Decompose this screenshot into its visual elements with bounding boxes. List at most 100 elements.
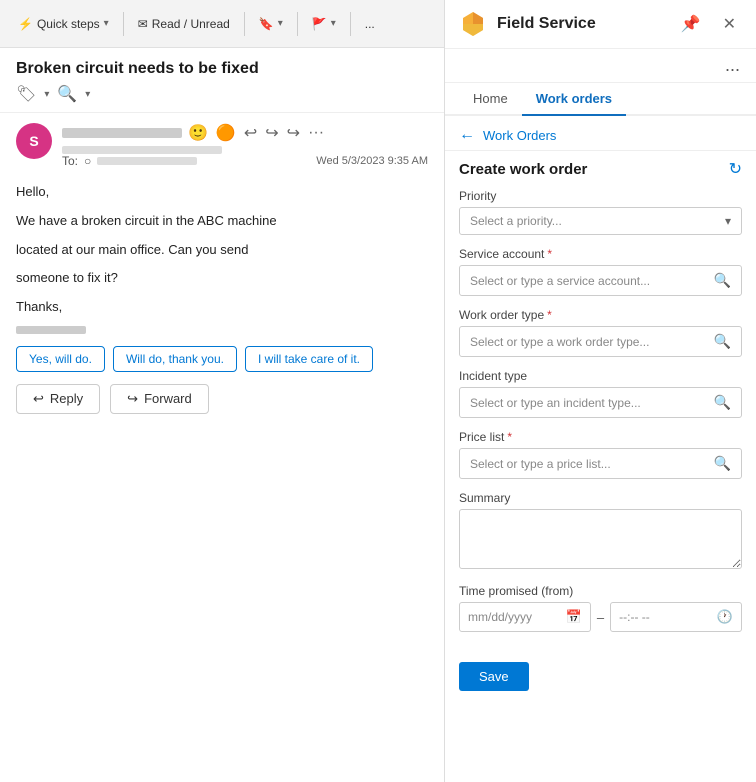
flag-red-button[interactable]: 🚩 ▾ xyxy=(304,13,344,35)
quick-steps-button[interactable]: ⚡ Quick steps ▾ xyxy=(10,13,117,35)
toolbar-divider-3 xyxy=(297,12,298,36)
priority-select[interactable]: Select a priority... ▾ xyxy=(459,207,742,235)
more-options-button[interactable]: ... xyxy=(723,53,742,78)
price-list-field: Price list * Select or type a price list… xyxy=(459,430,742,479)
work-orders-nav: ← Work Orders xyxy=(445,116,756,151)
date-placeholder: mm/dd/yyyy xyxy=(468,610,532,624)
flag-button[interactable]: 🔖 ▾ xyxy=(251,13,291,35)
quick-reply-2[interactable]: Will do, thank you. xyxy=(113,346,237,372)
toolbar-divider-2 xyxy=(244,12,245,36)
more-options-label: ... xyxy=(365,17,375,31)
body-line3: someone to fix it? xyxy=(16,268,428,289)
quick-reply-1[interactable]: Yes, will do. xyxy=(16,346,105,372)
tabs-row: Home Work orders xyxy=(445,83,756,116)
clock-icon: 🕐 xyxy=(717,609,733,625)
thanks: Thanks, xyxy=(16,297,428,318)
forward-icon-header[interactable]: ↪ xyxy=(287,123,300,143)
zoom-chevron-icon: ▾ xyxy=(85,89,90,100)
more-toolbar-button[interactable]: ... xyxy=(357,13,383,35)
field-service-title: Field Service xyxy=(497,15,665,33)
read-unread-button[interactable]: ✉ Read / Unread xyxy=(130,13,238,35)
work-order-type-field: Work order type * Select or type a work … xyxy=(459,308,742,357)
tag-icon-button[interactable]: 🏷 xyxy=(16,84,36,104)
reply-arrow-icon: ↩ xyxy=(33,391,44,407)
date-input[interactable]: mm/dd/yyyy 📅 xyxy=(459,602,591,632)
quick-steps-chevron-icon: ▾ xyxy=(104,18,109,29)
read-unread-label: Read / Unread xyxy=(152,17,230,31)
time-promised-field: Time promised (from) mm/dd/yyyy 📅 – --:-… xyxy=(459,584,742,632)
price-list-search-icon: 🔍 xyxy=(714,455,731,472)
service-account-input[interactable]: Select or type a service account... 🔍 xyxy=(459,265,742,296)
tag-chevron-icon: ▾ xyxy=(44,89,49,100)
refresh-button[interactable]: ↻ xyxy=(729,159,742,179)
quick-steps-label: Quick steps xyxy=(37,17,100,31)
toolbar-divider-4 xyxy=(350,12,351,36)
email-body: S 🙂 🟠 ↩ ↪ ↪ ··· To: ○ xyxy=(0,113,444,782)
to-label: To: xyxy=(62,154,78,168)
email-subject-title: Broken circuit needs to be fixed xyxy=(16,60,428,78)
tab-home[interactable]: Home xyxy=(459,83,522,116)
sender-email xyxy=(62,146,222,154)
work-orders-nav-title[interactable]: Work Orders xyxy=(483,128,556,143)
work-order-type-required: * xyxy=(547,308,552,322)
incident-type-input[interactable]: Select or type an incident type... 🔍 xyxy=(459,387,742,418)
calendar-icon: 📅 xyxy=(566,609,582,625)
summary-textarea[interactable] xyxy=(459,509,742,569)
zoom-button[interactable]: 🔍 xyxy=(57,84,77,104)
lightning-icon: ⚡ xyxy=(18,17,33,31)
price-list-label: Price list * xyxy=(459,430,742,444)
reply-icon[interactable]: ↩ xyxy=(244,123,257,143)
forward-button[interactable]: ↪ Forward xyxy=(110,384,209,414)
body-line1: We have a broken circuit in the ABC mach… xyxy=(16,211,428,232)
left-panel: ⚡ Quick steps ▾ ✉ Read / Unread 🔖 ▾ 🚩 ▾ … xyxy=(0,0,445,782)
email-content: Hello, We have a broken circuit in the A… xyxy=(16,182,428,334)
email-header: S 🙂 🟠 ↩ ↪ ↪ ··· To: ○ xyxy=(16,123,428,170)
email-subject-area: Broken circuit needs to be fixed 🏷 ▾ 🔍 ▾ xyxy=(0,48,444,113)
bookmark-chevron-icon: ▾ xyxy=(278,18,283,29)
price-list-placeholder: Select or type a price list... xyxy=(470,457,611,471)
back-button[interactable]: ← xyxy=(459,126,475,144)
tab-work-orders[interactable]: Work orders xyxy=(522,83,626,116)
pin-button[interactable]: 📌 xyxy=(675,12,707,36)
sender-row: 🙂 🟠 ↩ ↪ ↪ ··· xyxy=(62,123,428,143)
price-list-required: * xyxy=(507,430,512,444)
priority-placeholder: Select a priority... xyxy=(470,214,562,228)
reply-button[interactable]: ↩ Reply xyxy=(16,384,100,414)
incident-type-label: Incident type xyxy=(459,369,742,383)
quick-reply-3[interactable]: I will take care of it. xyxy=(245,346,373,372)
sender-name xyxy=(62,128,182,138)
work-order-type-input[interactable]: Select or type a work order type... 🔍 xyxy=(459,326,742,357)
body-line2: located at our main office. Can you send xyxy=(16,240,428,261)
reply-label: Reply xyxy=(50,391,83,406)
price-list-input[interactable]: Select or type a price list... 🔍 xyxy=(459,448,742,479)
work-order-type-search-icon: 🔍 xyxy=(714,333,731,350)
more-email-icon[interactable]: ··· xyxy=(308,124,324,142)
bookmark-icon: 🔖 xyxy=(259,17,274,31)
summary-field: Summary xyxy=(459,491,742,572)
field-service-icon xyxy=(459,10,487,38)
priority-chevron-icon: ▾ xyxy=(725,214,731,228)
service-account-label-text: Service account xyxy=(459,247,544,261)
time-input[interactable]: --:-- -- 🕐 xyxy=(610,602,742,632)
right-panel: Field Service 📌 ✕ ... Home Work orders ←… xyxy=(445,0,756,782)
time-dash: – xyxy=(597,610,604,625)
flag-chevron-icon: ▾ xyxy=(331,18,336,29)
emoji-icon[interactable]: 🙂 xyxy=(188,123,208,143)
email-meta: 🙂 🟠 ↩ ↪ ↪ ··· To: ○ Wed 5/3/2023 9:35 AM xyxy=(62,123,428,170)
price-list-label-text: Price list xyxy=(459,430,504,444)
save-button[interactable]: Save xyxy=(459,662,529,691)
forward-label: Forward xyxy=(144,391,192,406)
reply-all-icon[interactable]: ↪ xyxy=(265,123,278,143)
envelope-icon: ✉ xyxy=(138,17,148,31)
email-meta-icons: 🙂 🟠 ↩ ↪ ↪ ··· xyxy=(188,123,324,143)
sender-name-signature xyxy=(16,326,86,334)
priority-field: Priority Select a priority... ▾ xyxy=(459,189,742,235)
close-panel-button[interactable]: ✕ xyxy=(717,12,742,36)
forward-arrow-icon: ↪ xyxy=(127,391,138,407)
to-row: To: ○ Wed 5/3/2023 9:35 AM xyxy=(62,154,428,168)
email-date: Wed 5/3/2023 9:35 AM xyxy=(316,155,428,167)
fs-logo-svg xyxy=(459,10,487,38)
flag-icon: 🚩 xyxy=(312,17,327,31)
time-row: mm/dd/yyyy 📅 – --:-- -- 🕐 xyxy=(459,602,742,632)
summary-label: Summary xyxy=(459,491,742,505)
